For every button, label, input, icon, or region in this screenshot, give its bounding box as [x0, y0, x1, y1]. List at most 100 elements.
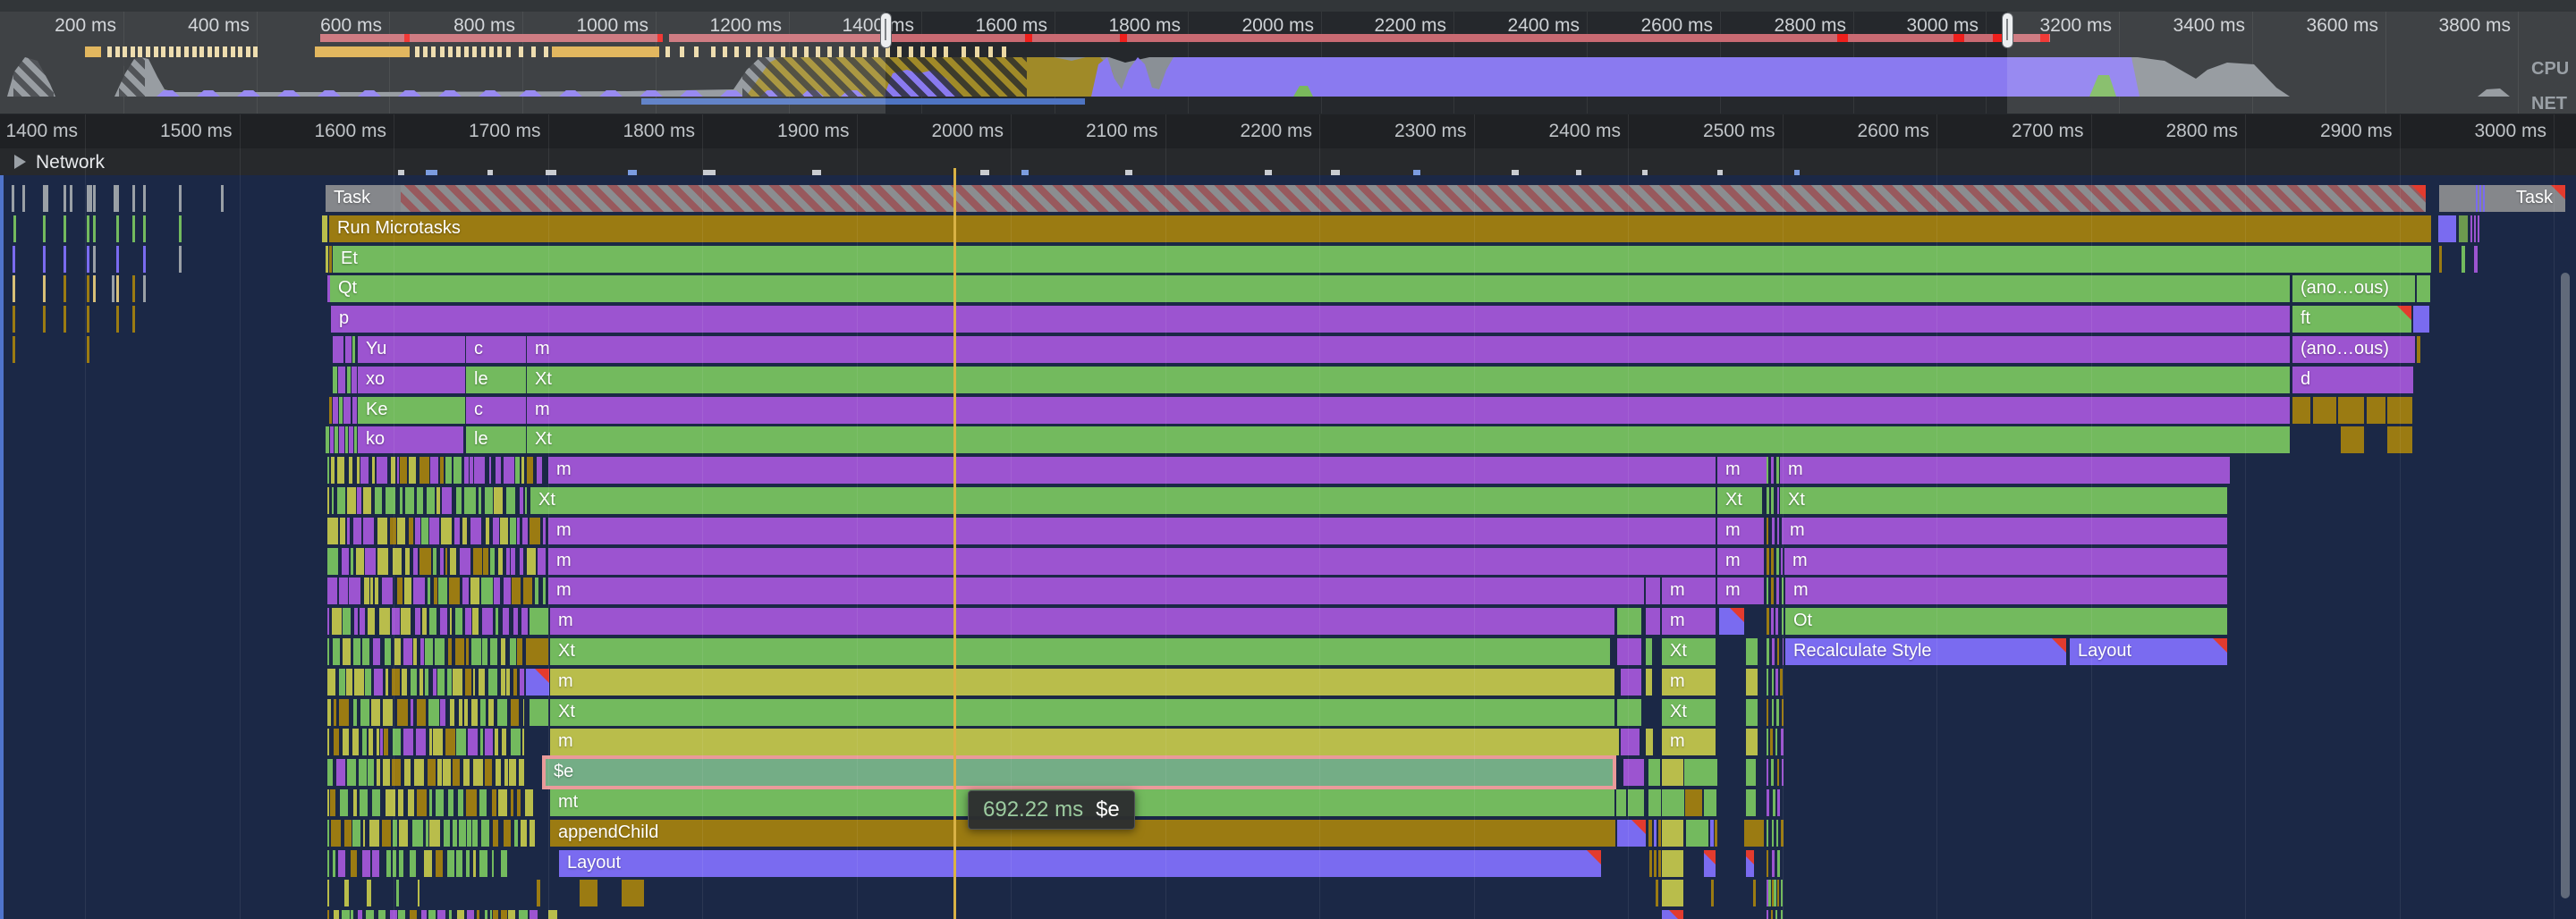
flame-sliver[interactable] [500, 518, 507, 544]
tiny-task-sliver[interactable] [93, 185, 96, 212]
tiny-task-sliver[interactable] [43, 306, 46, 333]
flame-sliver[interactable] [1775, 669, 1777, 696]
tiny-task-sliver[interactable] [13, 246, 15, 273]
flame-bar[interactable] [1617, 608, 1641, 635]
flame-sliver[interactable] [511, 699, 519, 726]
flame-sliver[interactable] [482, 638, 487, 665]
flame-bar[interactable] [1654, 850, 1657, 877]
flame-sliver[interactable] [1772, 850, 1774, 877]
flame-bar-xo[interactable]: xo [358, 367, 465, 393]
flame-sliver[interactable] [429, 729, 431, 755]
flame-sliver[interactable] [494, 487, 502, 514]
flame-sliver[interactable] [464, 487, 476, 514]
flame-bar[interactable] [537, 880, 540, 906]
flame-sliver[interactable] [445, 729, 455, 755]
flame-sliver[interactable] [337, 457, 345, 484]
flame-sliver[interactable] [371, 699, 380, 726]
flame-sliver[interactable] [466, 638, 468, 665]
flame-sliver[interactable] [453, 457, 461, 484]
flame-sliver[interactable] [1772, 820, 1774, 847]
flame-bar[interactable] [347, 367, 351, 393]
flame-sliver[interactable] [333, 638, 340, 665]
flame-sliver[interactable] [490, 910, 492, 919]
flame-sliver[interactable] [1777, 880, 1779, 906]
flame-bar[interactable] [1646, 729, 1653, 755]
flame-sliver[interactable] [1772, 638, 1775, 665]
network-request-dash[interactable] [1512, 170, 1519, 175]
flame-bar[interactable] [2438, 215, 2456, 242]
flame-sliver[interactable] [428, 699, 438, 726]
flame-sliver[interactable] [347, 759, 356, 786]
flame-sliver[interactable] [426, 820, 428, 847]
flame-bar[interactable] [335, 426, 338, 453]
flame-bar[interactable] [2417, 275, 2430, 302]
flame-sliver[interactable] [493, 910, 498, 919]
flame-sliver[interactable] [477, 910, 479, 919]
tiny-task-sliver[interactable] [87, 246, 89, 273]
flame-sliver[interactable] [523, 578, 532, 604]
network-request-dash[interactable] [980, 170, 989, 175]
flame-sliver[interactable] [530, 518, 540, 544]
network-request-dash[interactable] [703, 170, 716, 175]
flame-sliver[interactable] [495, 729, 498, 755]
flame-sliver[interactable] [467, 910, 474, 919]
tiny-task-sliver[interactable] [43, 215, 46, 242]
flame-sliver[interactable] [433, 729, 443, 755]
flame-sliver[interactable] [409, 457, 417, 484]
network-track-header[interactable]: Network [0, 148, 2576, 175]
flame-sliver[interactable] [1775, 729, 1777, 755]
flame-sliver[interactable] [467, 820, 471, 847]
network-request-dash[interactable] [1265, 170, 1272, 175]
flame-sliver[interactable] [374, 669, 384, 696]
flame-bar[interactable] [2476, 185, 2478, 212]
flame-sliver[interactable] [512, 578, 521, 604]
flame-sliver[interactable] [421, 910, 427, 919]
flame-bar[interactable] [1646, 669, 1652, 696]
flame-sliver[interactable] [334, 729, 339, 755]
flame-sliver[interactable] [1767, 699, 1768, 726]
flame-sliver[interactable] [408, 789, 414, 816]
flame-bar[interactable] [501, 910, 504, 919]
flame-bar[interactable] [345, 336, 352, 363]
flame-bar[interactable] [326, 426, 329, 453]
flame-sliver[interactable] [1773, 789, 1775, 816]
flame-sliver[interactable] [380, 729, 383, 755]
flame-sliver[interactable] [339, 578, 348, 604]
flame-bar--ano-ous-[interactable]: (ano…ous) [2292, 275, 2415, 302]
flame-sliver[interactable] [525, 487, 527, 514]
tiny-task-sliver[interactable] [116, 246, 119, 273]
flame-sliver[interactable] [366, 910, 373, 919]
flame-bar-recalculate-style[interactable]: Recalculate Style [1785, 638, 2066, 665]
flame-sliver[interactable] [343, 608, 351, 635]
tiny-task-sliver[interactable] [13, 336, 15, 363]
flame-sliver[interactable] [1777, 518, 1779, 544]
flame-bar[interactable] [2341, 426, 2364, 453]
flame-sliver[interactable] [400, 457, 407, 484]
network-request-dash[interactable] [1794, 170, 1800, 175]
flame-bar-xt[interactable]: Xt [1662, 699, 1716, 726]
flame-sliver[interactable] [537, 457, 542, 484]
flame-sliver[interactable] [459, 699, 463, 726]
tiny-task-sliver[interactable] [64, 275, 66, 302]
flame-sliver[interactable] [429, 608, 437, 635]
flame-sliver[interactable] [511, 548, 515, 575]
flame-sliver[interactable] [1777, 638, 1780, 665]
network-request-dash[interactable] [1642, 170, 1648, 175]
flame-sliver[interactable] [382, 820, 392, 847]
flame-bar[interactable] [401, 185, 2426, 212]
flame-sliver[interactable] [486, 518, 490, 544]
tiny-task-sliver[interactable] [143, 215, 146, 242]
flame-sliver[interactable] [340, 518, 345, 544]
flame-sliver[interactable] [367, 880, 371, 906]
flame-sliver[interactable] [479, 850, 487, 877]
flame-sliver[interactable] [360, 789, 368, 816]
flame-sliver[interactable] [327, 548, 338, 575]
flame-sliver[interactable] [429, 820, 439, 847]
flame-bar[interactable] [1662, 880, 1683, 906]
flame-sliver[interactable] [437, 910, 445, 919]
flame-bar[interactable] [343, 397, 351, 424]
flame-sliver[interactable] [425, 669, 428, 696]
flame-sliver[interactable] [327, 638, 329, 665]
tiny-task-sliver[interactable] [46, 185, 48, 212]
flame-sliver[interactable] [383, 759, 390, 786]
